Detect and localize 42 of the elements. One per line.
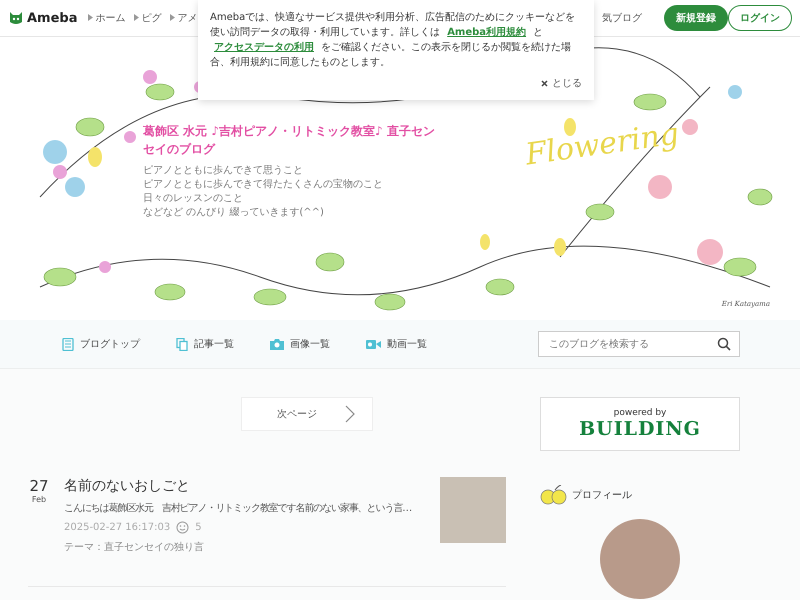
- search-input[interactable]: このブログを検索する: [547, 338, 713, 350]
- blog-nav-link[interactable]: 画像一覧: [270, 337, 330, 351]
- nav-link[interactable]: ホーム: [88, 11, 126, 25]
- banner-logo-text: Flowering: [523, 116, 682, 173]
- blog-description-line: ピアノとともに歩んできて得たたくさんの宝物のこと: [143, 178, 384, 192]
- camera-icon: [270, 338, 284, 350]
- nav-link[interactable]: 気ブログ: [602, 11, 642, 25]
- profile-heading: プロフィール: [572, 488, 632, 502]
- search-icon: [717, 337, 731, 351]
- nav-link[interactable]: ピグ: [134, 11, 162, 25]
- cookie-notice-text: Amebaでは、快適なサービス提供や利用分析、広告配信のためにクッキーなどを使い訪問データの取得・利用しています。詳しくは Ameba利用規約 と アクセスデータの利用 をご確認ください。この表示を閉じるか閲覧を続けた場合、利用規約に同意したものとします。: [210, 10, 576, 70]
- caret-right-icon: [170, 14, 175, 21]
- blog-title[interactable]: 葛飾区 水元 ♪吉村ピアノ・リトミック教室♪ 直子センセイのブログ: [143, 122, 443, 158]
- post-title[interactable]: 名前のないおしごと: [64, 477, 426, 495]
- blog-description-line: などなど のんびり 綴っていきます(^^): [143, 206, 325, 220]
- next-page-button[interactable]: 次ページ: [241, 397, 373, 431]
- blog-description-line: 日々のレッスンのこと: [143, 192, 244, 206]
- blog-description-line: ピアノとともに歩んできて思うこと: [143, 164, 304, 178]
- caret-right-icon: [88, 14, 93, 21]
- terms-link[interactable]: Ameba利用規約: [447, 27, 526, 38]
- caret-right-icon: [134, 14, 139, 21]
- close-button[interactable]: とじる: [541, 76, 582, 90]
- post-month: Feb: [32, 495, 46, 504]
- access-data-link[interactable]: アクセスデータの利用: [214, 42, 314, 53]
- blog-nav-link[interactable]: ブログトップ: [62, 337, 140, 351]
- site-logo[interactable]: Ameba: [27, 10, 78, 26]
- signup-button[interactable]: 新規登録: [664, 5, 728, 31]
- close-icon: [541, 80, 548, 86]
- video-camera-icon: [366, 338, 381, 350]
- documents-icon: [176, 338, 188, 350]
- chevron-right-icon: [345, 405, 355, 423]
- smiley-icon: [176, 521, 190, 534]
- login-button[interactable]: ログイン: [728, 5, 792, 31]
- search-field[interactable]: このブログを検索する: [538, 331, 740, 357]
- post-date: 2025-02-27 16:17:03: [64, 522, 170, 533]
- cat-face-icon: [8, 10, 24, 26]
- nav-link[interactable]: アメ: [170, 11, 198, 25]
- sponsor-banner[interactable]: powered by BUILDING: [540, 397, 740, 451]
- post-excerpt: こんにちは葛飾区水元 吉村ピアノ・リトミック教室です名前のない家事、という言…: [64, 502, 412, 515]
- blog-nav-link[interactable]: 記事一覧: [176, 337, 234, 351]
- blog-nav-link[interactable]: 動画一覧: [366, 337, 427, 351]
- post-day: 27: [29, 477, 49, 495]
